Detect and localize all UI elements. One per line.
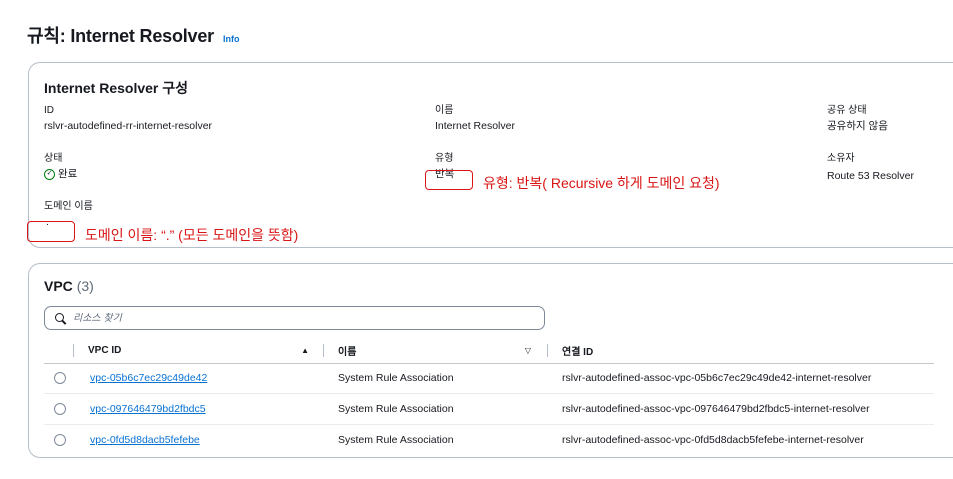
config-title: Internet Resolver 구성: [44, 80, 189, 96]
status-value: ✓ 완료: [44, 167, 77, 182]
assoc-id-cell: rslvr-autodefined-assoc-vpc-05b6c7ec29c4…: [562, 372, 872, 385]
row-select[interactable]: [44, 424, 90, 455]
column-divider: [547, 344, 548, 358]
search-input[interactable]: [73, 312, 513, 324]
owner-value: Route 53 Resolver: [827, 169, 914, 182]
page-title: 규칙: Internet Resolver: [27, 26, 214, 46]
name-label: 이름: [435, 105, 454, 116]
vpc-container: VPC (3) VPC ID ▲ 이름 ▽: [28, 263, 953, 458]
config-container: Internet Resolver 구성 ID rslvr-autodefine…: [27, 62, 953, 248]
assoc-id-cell: rslvr-autodefined-assoc-vpc-097646479bd2…: [562, 402, 870, 415]
assoc-id-cell: rslvr-autodefined-assoc-vpc-0fd5d8dacb5f…: [562, 433, 864, 446]
check-circle-icon: ✓: [44, 168, 55, 180]
owner-label: 소유자: [827, 153, 855, 164]
table-row[interactable]: vpc-0fd5d8dacb5fefebe System Rule Associ…: [44, 424, 934, 455]
header-name[interactable]: 이름 ▽: [323, 339, 547, 363]
radio-icon[interactable]: [54, 372, 66, 385]
name-cell: System Rule Association: [338, 372, 454, 385]
type-annotation: 유형: 반복( Recursive 하게 도메인 요청): [483, 175, 720, 191]
vpc-id-link[interactable]: vpc-05b6c7ec29c49de42: [90, 372, 207, 384]
name-field: 이름 Internet Resolver: [435, 104, 515, 134]
sort-descending-icon[interactable]: ▽: [525, 346, 531, 355]
header-vpc-id[interactable]: VPC ID ▲: [73, 339, 323, 363]
status-text: 완료: [58, 167, 78, 180]
vpc-count: (3): [76, 278, 94, 294]
table-row[interactable]: vpc-097646479bd2fbdc5 System Rule Associ…: [44, 394, 934, 425]
header-vpc-id-label: VPC ID: [88, 345, 122, 357]
header-assoc-id[interactable]: 연결 ID: [547, 339, 934, 363]
name-cell: System Rule Association: [338, 433, 454, 446]
type-highlight-box: [425, 170, 473, 190]
name-cell: System Rule Association: [338, 402, 454, 415]
page: 규칙: Internet Resolver Info Internet Reso…: [0, 0, 953, 479]
status-field: 상태 ✓ 완료: [44, 152, 77, 182]
header-name-label: 이름: [338, 347, 357, 359]
row-select[interactable]: [44, 394, 90, 425]
vpc-id-link[interactable]: vpc-097646479bd2fbdc5: [90, 403, 206, 415]
domain-label: 도메인 이름: [44, 201, 93, 212]
radio-icon[interactable]: [54, 402, 66, 415]
id-label: ID: [44, 105, 54, 116]
name-value: Internet Resolver: [435, 119, 515, 132]
sort-ascending-icon[interactable]: ▲: [301, 346, 309, 355]
search-box[interactable]: [44, 306, 545, 330]
header-select: [44, 339, 90, 363]
vpc-id-link[interactable]: vpc-0fd5d8dacb5fefebe: [90, 434, 200, 446]
header-assoc-id-label: 연결 ID: [562, 347, 594, 359]
search-icon: [55, 312, 66, 324]
vpc-title: VPC: [44, 278, 73, 294]
domain-highlight-box: [27, 221, 75, 242]
page-header: 규칙: Internet Resolver Info: [27, 22, 239, 48]
table-row[interactable]: vpc-05b6c7ec29c49de42 System Rule Associ…: [44, 363, 934, 394]
id-value: rslvr-autodefined-rr-internet-resolver: [44, 119, 213, 132]
info-link[interactable]: Info: [223, 34, 240, 44]
share-label: 공유 상태: [827, 105, 867, 116]
column-divider: [73, 344, 74, 358]
owner-field: 소유자 Route 53 Resolver: [827, 152, 914, 184]
row-select[interactable]: [44, 363, 90, 394]
share-field: 공유 상태 공유하지 않음: [827, 104, 888, 134]
type-label: 유형: [435, 153, 454, 164]
table-header-row: VPC ID ▲ 이름 ▽ 연결 ID: [44, 339, 934, 363]
column-divider: [323, 344, 324, 358]
id-field: ID rslvr-autodefined-rr-internet-resolve…: [44, 104, 212, 134]
status-label: 상태: [44, 153, 63, 164]
domain-annotation: 도메인 이름: “.” (모든 도메인을 뜻함): [85, 227, 299, 243]
vpc-heading: VPC (3): [44, 278, 94, 294]
share-value: 공유하지 않음: [827, 119, 888, 132]
vpc-table: VPC ID ▲ 이름 ▽ 연결 ID vpc-05b6c7ec29c49de4…: [44, 339, 934, 455]
radio-icon[interactable]: [54, 433, 66, 446]
